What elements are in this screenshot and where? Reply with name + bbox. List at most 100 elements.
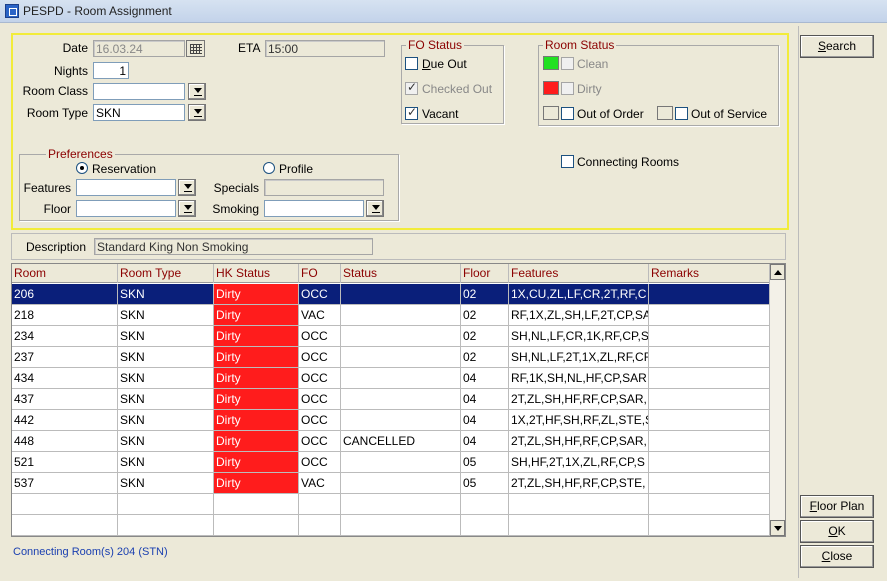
features-label: Features xyxy=(23,181,71,195)
table-row[interactable]: 537 SKN Dirty VAC 05 2T,ZL,SH,HF,RF,CP,STE, xyxy=(12,473,770,494)
table-row[interactable]: 237 SKN Dirty OCC 02 SH,NL,LF,2T,1X,ZL,RF,CF xyxy=(12,347,770,368)
room-cell: 434 xyxy=(12,368,118,388)
status-cell xyxy=(341,347,461,367)
floor-cell xyxy=(461,494,509,514)
clean-checkbox[interactable] xyxy=(561,57,574,70)
remarks-cell xyxy=(649,305,770,325)
column-header-fo[interactable]: FO xyxy=(299,264,341,283)
hk-status-cell xyxy=(214,494,299,514)
out-of-service-color-swatch xyxy=(657,106,673,120)
hk-status-cell xyxy=(214,515,299,535)
status-cell xyxy=(341,410,461,430)
search-button[interactable]: Search xyxy=(800,35,874,58)
floor-cell: 02 xyxy=(461,305,509,325)
out-of-order-color-swatch xyxy=(543,106,559,120)
status-cell xyxy=(341,305,461,325)
out-of-order-checkbox[interactable] xyxy=(561,107,574,120)
scroll-up-arrow-icon[interactable] xyxy=(770,264,785,280)
calendar-button[interactable] xyxy=(186,40,205,57)
room-type-cell: SKN xyxy=(118,452,214,472)
remarks-cell xyxy=(649,494,770,514)
floor-cell: 04 xyxy=(461,410,509,430)
app-icon xyxy=(5,4,19,18)
column-header-status[interactable]: Status xyxy=(341,264,461,283)
floor-plan-button[interactable]: Floor Plan xyxy=(800,495,874,518)
hk-status-cell: Dirty xyxy=(214,284,299,304)
smoking-field[interactable] xyxy=(264,200,364,217)
reservation-label: Reservation xyxy=(92,162,157,176)
out-of-service-checkbox[interactable] xyxy=(675,107,688,120)
hk-status-cell: Dirty xyxy=(214,326,299,346)
specials-field[interactable] xyxy=(264,179,384,196)
features-dropdown-button[interactable] xyxy=(178,179,196,196)
column-header-features[interactable]: Features xyxy=(509,264,649,283)
room-status-title: Room Status xyxy=(543,38,617,52)
features-field[interactable] xyxy=(76,179,176,196)
connecting-rooms-label: Connecting Rooms xyxy=(577,155,680,169)
table-row[interactable]: 437 SKN Dirty OCC 04 2T,ZL,SH,HF,RF,CP,SAR, xyxy=(12,389,770,410)
room-cell: 206 xyxy=(12,284,118,304)
eta-field[interactable]: 15:00 xyxy=(265,40,385,57)
table-row[interactable]: 521 SKN Dirty OCC 05 SH,HF,2T,1X,ZL,RF,CP,S xyxy=(12,452,770,473)
hk-status-cell: Dirty xyxy=(214,410,299,430)
clean-color-swatch xyxy=(543,56,559,70)
fo-cell: OCC xyxy=(299,326,341,346)
room-class-field[interactable] xyxy=(93,83,185,100)
reservation-radio[interactable] xyxy=(76,162,88,174)
due-out-label: Due Out xyxy=(422,57,467,71)
status-cell xyxy=(341,452,461,472)
floor-label: Floor xyxy=(43,202,71,216)
table-row[interactable]: 218 SKN Dirty VAC 02 RF,1X,ZL,SH,LF,2T,CP,SA xyxy=(12,305,770,326)
ok-button[interactable]: OK xyxy=(800,520,874,543)
nights-field[interactable]: 1 xyxy=(93,62,129,79)
floor-cell: 05 xyxy=(461,473,509,493)
description-field: Standard King Non Smoking xyxy=(94,238,373,255)
column-header-hk-status[interactable]: HK Status xyxy=(214,264,299,283)
connecting-rooms-checkbox[interactable] xyxy=(561,155,574,168)
floor-dropdown-button[interactable] xyxy=(178,200,196,217)
checked-out-checkbox[interactable] xyxy=(405,80,418,95)
room-cell: 537 xyxy=(12,473,118,493)
room-type-cell xyxy=(118,494,214,514)
table-row[interactable]: 448 SKN Dirty OCC CANCELLED 04 2T,ZL,SH,HF,RF,… xyxy=(12,431,770,452)
room-type-field[interactable]: SKN xyxy=(93,104,185,121)
floor-cell: 02 xyxy=(461,284,509,304)
room-cell xyxy=(12,515,118,535)
column-header-room-type[interactable]: Room Type xyxy=(118,264,214,283)
eta-label: ETA xyxy=(238,41,261,55)
table-row[interactable]: 434 SKN Dirty OCC 04 RF,1K,SH,NL,HF,CP,SAR xyxy=(12,368,770,389)
table-row[interactable]: 234 SKN Dirty OCC 02 SH,NL,LF,CR,1K,RF,CP,S xyxy=(12,326,770,347)
fo-cell: OCC xyxy=(299,452,341,472)
fo-status-title: FO Status xyxy=(406,38,465,52)
vacant-checkbox[interactable] xyxy=(405,105,418,120)
table-row[interactable] xyxy=(12,494,770,515)
column-header-remarks[interactable]: Remarks xyxy=(649,264,770,283)
smoking-dropdown-button[interactable] xyxy=(366,200,384,217)
close-button[interactable]: Close xyxy=(800,545,874,568)
dirty-checkbox[interactable] xyxy=(561,82,574,95)
features-cell: RF,1X,ZL,SH,LF,2T,CP,SA xyxy=(509,305,649,325)
nights-label: Nights xyxy=(53,64,88,78)
floor-field[interactable] xyxy=(76,200,176,217)
description-label: Description xyxy=(26,240,87,254)
column-header-room[interactable]: Room xyxy=(12,264,118,283)
specials-label: Specials xyxy=(213,181,259,195)
date-field[interactable]: 16.03.24 xyxy=(93,40,185,57)
title-bar: PESPD - Room Assignment xyxy=(0,0,887,23)
table-row[interactable]: 206 SKN Dirty OCC 02 1X,CU,ZL,LF,CR,2T,RF,C xyxy=(12,284,770,305)
column-header-floor[interactable]: Floor xyxy=(461,264,509,283)
room-cell: 442 xyxy=(12,410,118,430)
remarks-cell xyxy=(649,284,770,304)
profile-radio[interactable] xyxy=(263,162,275,174)
vertical-scrollbar[interactable] xyxy=(769,264,785,536)
room-type-cell: SKN xyxy=(118,305,214,325)
room-type-dropdown-button[interactable] xyxy=(188,104,206,121)
out-of-order-label: Out of Order xyxy=(577,107,644,121)
table-row[interactable] xyxy=(12,515,770,536)
fo-cell xyxy=(299,515,341,535)
scroll-down-arrow-icon[interactable] xyxy=(770,520,785,536)
due-out-checkbox[interactable] xyxy=(405,57,418,70)
table-row[interactable]: 442 SKN Dirty OCC 04 1X,2T,HF,SH,RF,ZL,STE,S xyxy=(12,410,770,431)
room-class-dropdown-button[interactable] xyxy=(188,83,206,100)
room-type-cell: SKN xyxy=(118,410,214,430)
